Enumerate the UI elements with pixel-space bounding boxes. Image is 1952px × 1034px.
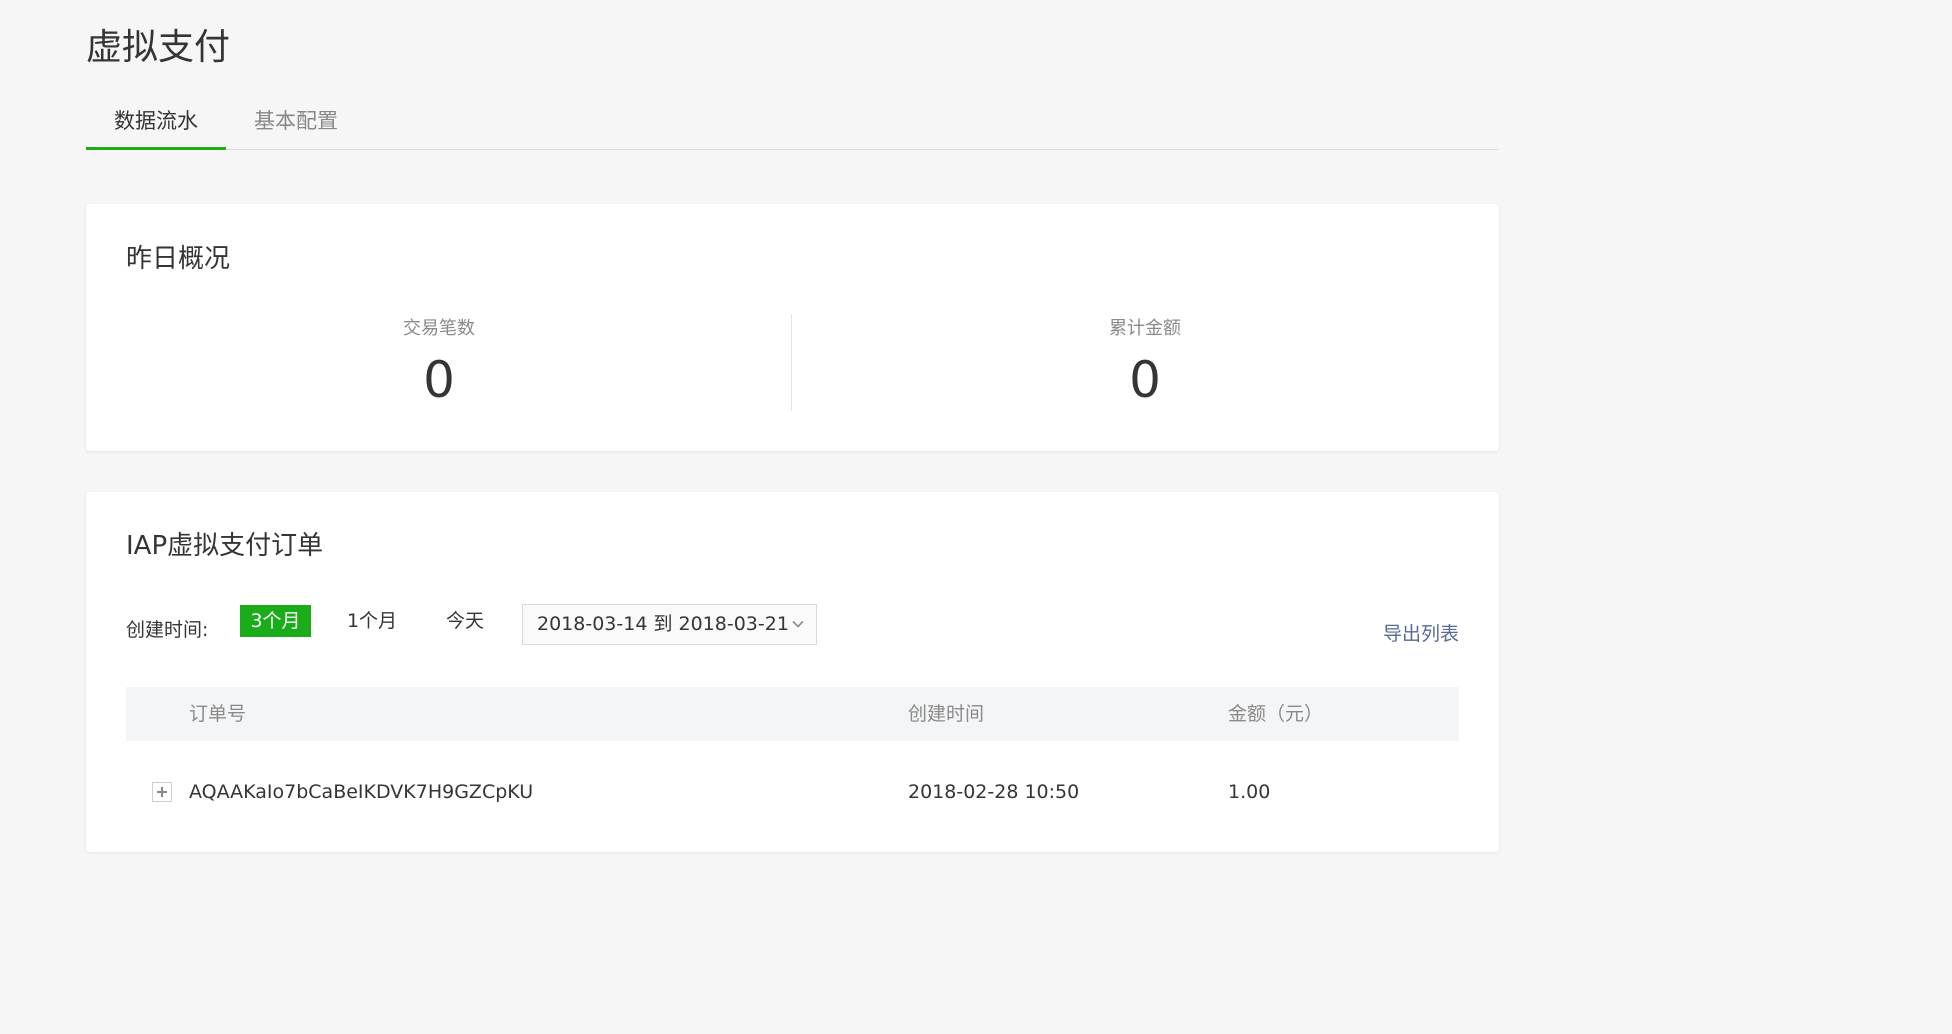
- orders-title: IAP虚拟支付订单: [126, 531, 324, 561]
- page-title: 虚拟支付: [86, 27, 231, 68]
- stat-value: 0: [1129, 351, 1161, 409]
- column-order-id: 订单号: [189, 703, 247, 725]
- tab-data-flow[interactable]: 数据流水: [86, 98, 226, 150]
- column-amount: 金额（元）: [1228, 703, 1324, 725]
- stat-value: 0: [423, 351, 455, 409]
- stat-label: 交易笔数: [403, 318, 475, 339]
- chevron-down-icon: [792, 620, 804, 628]
- table-header: 订单号 创建时间 金额（元）: [126, 687, 1459, 741]
- range-1-month-button[interactable]: 1个月: [338, 605, 406, 637]
- date-range-select[interactable]: 2018-03-14 到 2018-03-21: [522, 604, 817, 645]
- date-range-value: 2018-03-14 到 2018-03-21: [537, 613, 789, 635]
- export-list-link[interactable]: 导出列表: [1383, 619, 1459, 646]
- range-today-button[interactable]: 今天: [433, 605, 497, 637]
- orders-card: IAP虚拟支付订单 创建时间: 3个月 1个月 今天 2018-03-14 到 …: [86, 492, 1499, 852]
- table-row[interactable]: AQAAKaIo7bCaBeIKDVK7H9GZCpKU 2018-02-28 …: [126, 762, 1459, 822]
- stat-transaction-count: 交易笔数 0: [86, 314, 792, 412]
- overview-title: 昨日概况: [126, 244, 231, 274]
- created-time-label: 创建时间:: [126, 619, 209, 641]
- expand-plus-icon[interactable]: [152, 782, 172, 802]
- range-3-months-button[interactable]: 3个月: [240, 605, 311, 637]
- created-time-cell: 2018-02-28 10:50: [908, 781, 1080, 803]
- column-created-time: 创建时间: [908, 703, 985, 725]
- tab-basic-config[interactable]: 基本配置: [240, 98, 352, 148]
- stat-total-amount: 累计金额 0: [792, 314, 1498, 412]
- stat-label: 累计金额: [1109, 318, 1181, 339]
- filter-row: 创建时间: 3个月 1个月 今天 2018-03-14 到 2018-03-21…: [126, 604, 1459, 648]
- overview-card: 昨日概况 交易笔数 0 累计金额 0: [86, 204, 1499, 451]
- amount-cell: 1.00: [1228, 781, 1271, 803]
- order-id-cell: AQAAKaIo7bCaBeIKDVK7H9GZCpKU: [189, 781, 534, 803]
- tab-bar: 数据流水 基本配置: [86, 98, 1499, 150]
